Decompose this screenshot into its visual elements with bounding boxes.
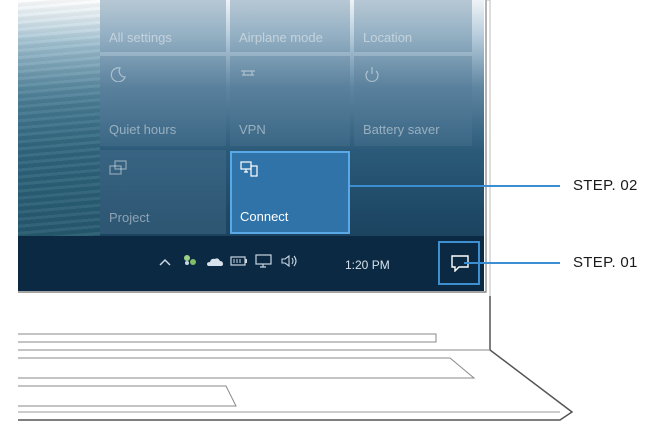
chevron-up-icon[interactable] (158, 255, 172, 270)
volume-icon[interactable] (280, 254, 300, 271)
tile-label: Quiet hours (109, 122, 177, 137)
taskbar-clock[interactable]: 1:20 PM (345, 258, 390, 272)
taskbar: 1:20 PM (18, 236, 484, 291)
onedrive-icon[interactable] (206, 255, 224, 270)
battery-saver-icon (365, 67, 379, 82)
moon-icon (110, 67, 126, 82)
callout-line-step-02 (350, 185, 560, 187)
vpn-icon (241, 70, 255, 76)
tile-project[interactable]: Project (100, 150, 226, 234)
tile-location[interactable]: Location (354, 0, 472, 52)
tile-label: Location (363, 30, 413, 45)
connect-icon (240, 161, 258, 177)
tile-label: All settings (109, 30, 172, 45)
tile-label: Project (109, 210, 150, 225)
tile-label: VPN (239, 122, 266, 137)
tile-battery-saver[interactable]: Battery saver (354, 56, 472, 146)
tile-all-settings[interactable]: All settings (100, 0, 226, 52)
wallpaper (18, 0, 100, 236)
tile-airplane-mode[interactable]: Airplane mode (230, 0, 350, 52)
desktop-screen: All settings Airplane mode Location Quie… (18, 0, 484, 291)
network-icon[interactable] (182, 253, 198, 270)
action-center-panel: All settings Airplane mode Location Quie… (100, 0, 484, 236)
battery-icon[interactable] (230, 255, 248, 270)
tile-vpn[interactable]: VPN (230, 56, 350, 146)
tile-label: Airplane mode (239, 30, 323, 45)
display-icon[interactable] (255, 254, 273, 271)
callout-line-step-01 (464, 262, 560, 264)
tile-label: Battery saver (363, 122, 440, 137)
callout-step-01: STEP. 01 (573, 254, 638, 271)
tile-label: Connect (240, 209, 289, 224)
callout-step-02: STEP. 02 (573, 177, 638, 194)
tile-connect[interactable]: Connect (230, 151, 350, 234)
project-icon (109, 160, 127, 175)
tile-quiet-hours[interactable]: Quiet hours (100, 56, 226, 146)
